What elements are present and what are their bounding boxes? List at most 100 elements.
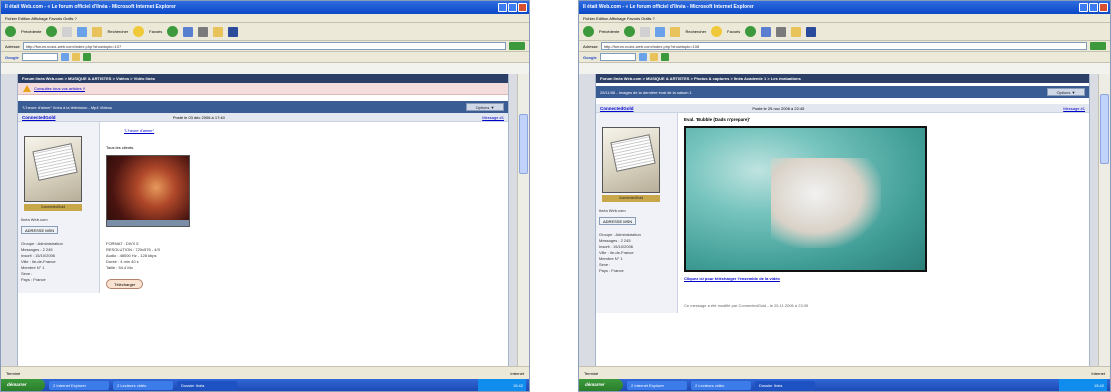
taskbar-item-video[interactable]: 2 Lecteurs vidéo — [691, 380, 751, 390]
right-screenshot: Il était Web.com - « Le forum officiel d… — [578, 0, 1111, 392]
search-label[interactable]: Rechercher — [107, 29, 128, 34]
clock: 15:42 — [512, 382, 523, 388]
taskbar-item-folder[interactable]: Dossier Ilnéa — [177, 380, 237, 390]
scrollbar-thumb[interactable] — [519, 114, 528, 174]
history-icon[interactable] — [761, 26, 772, 37]
home-icon[interactable] — [92, 26, 103, 37]
messenger-icon[interactable] — [806, 26, 817, 37]
avatar-caption: ConnectedGold — [602, 195, 660, 202]
member-title: Ilnéa Web.com — [21, 217, 48, 222]
taskbar-item-ie[interactable]: 2 Internet Explorer — [49, 380, 109, 390]
window-controls — [1079, 3, 1108, 12]
forward-icon[interactable] — [46, 26, 58, 37]
warning-icon — [23, 85, 31, 92]
address-input[interactable]: http://forum.noziz-web.com/index.php?sho… — [600, 42, 1087, 50]
media-icon[interactable] — [167, 26, 179, 37]
video-controls-bar[interactable] — [107, 220, 189, 226]
messenger-icon[interactable] — [228, 26, 239, 37]
scrollbar-thumb[interactable] — [1100, 94, 1109, 164]
refresh-icon[interactable] — [655, 26, 666, 37]
favorites-label[interactable]: Favoris — [727, 29, 740, 34]
back-icon[interactable] — [583, 26, 594, 37]
media-icon[interactable] — [745, 26, 757, 37]
menu-bar[interactable]: Fichier Edition Affichage Favoris Outils… — [1, 14, 529, 23]
go-button[interactable] — [509, 42, 525, 50]
download-button[interactable]: Télécharger — [106, 279, 144, 289]
google-logo: Google — [5, 54, 19, 60]
menu-bar[interactable]: Fichier Edition Affichage Favoris Outils… — [579, 14, 1110, 23]
window-titlebar[interactable]: Il était Web.com - « Le forum officiel d… — [1, 1, 529, 14]
taskbar-item-folder[interactable]: Dossier Ilnéa — [755, 380, 815, 390]
favorites-icon[interactable] — [133, 26, 145, 37]
back-label[interactable]: Précédente — [21, 29, 41, 34]
mail-icon[interactable] — [198, 26, 209, 37]
options-button[interactable]: Options ▼ — [1047, 88, 1085, 96]
forward-icon[interactable] — [624, 26, 636, 37]
status-bar: Terminé Internet — [1, 366, 529, 379]
post-date: Posté le 25 nov 2006 à 22:45 — [752, 105, 805, 111]
home-icon[interactable] — [670, 26, 681, 37]
window-title: Il était Web.com - « Le forum officiel d… — [5, 4, 176, 10]
topic-title: "L'heure d'aimer" Ilnéa à la télévision … — [22, 104, 112, 110]
back-icon[interactable] — [5, 26, 16, 37]
start-button[interactable]: démarrer — [579, 379, 623, 391]
vertical-scrollbar[interactable] — [1098, 74, 1110, 366]
post-number[interactable]: Message #1 — [1063, 106, 1085, 111]
google-toolbar: Google — [1, 52, 529, 63]
post-number[interactable]: Message #1 — [482, 115, 504, 120]
google-search-icon[interactable] — [60, 53, 69, 61]
start-button[interactable]: démarrer — [1, 379, 45, 391]
minimize-button[interactable] — [1079, 3, 1088, 12]
options-button[interactable]: Options ▼ — [466, 103, 504, 111]
history-icon[interactable] — [183, 26, 194, 37]
stop-icon[interactable] — [640, 26, 651, 37]
popup-blocker-icon[interactable] — [71, 53, 80, 61]
pagerank-icon — [660, 53, 669, 61]
quote-title[interactable]: "L'heure d'aimer" — [124, 128, 502, 133]
post-heading: Eval. 'Bubble (Dads n'prepare)' — [684, 117, 750, 122]
minimize-button[interactable] — [498, 3, 507, 12]
google-search-icon[interactable] — [638, 53, 647, 61]
mail-icon[interactable] — [776, 26, 787, 37]
google-search-input[interactable] — [599, 53, 636, 61]
post-author-link[interactable]: ConnectedGold — [22, 115, 56, 120]
forum-breadcrumb[interactable]: Forum Ilnéa Web.com > MUSIQUE & ARTISTES… — [18, 74, 508, 83]
notice-link[interactable]: Consultez tous vos articles !! — [34, 86, 85, 91]
forum-page: Forum Ilnéa Web.com > MUSIQUE & ARTISTES… — [17, 74, 509, 366]
refresh-icon[interactable] — [77, 26, 88, 37]
favorites-icon[interactable] — [711, 26, 723, 37]
download-link[interactable]: Cliquez ici pour télécharger l'ensemble … — [684, 276, 1083, 281]
close-button[interactable] — [1099, 3, 1108, 12]
window-titlebar[interactable]: Il était Web.com - « Le forum officiel d… — [579, 1, 1110, 14]
maximize-button[interactable] — [1089, 3, 1098, 12]
maximize-button[interactable] — [508, 3, 517, 12]
msn-button[interactable]: ADRESSE MSN — [21, 226, 59, 234]
author-country: Pays : France — [21, 277, 46, 282]
close-button[interactable] — [518, 3, 527, 12]
address-input[interactable]: http://forum.noziz-web.com/index.php?sho… — [22, 42, 506, 50]
author-panel: ConnectedGold Ilnéa Web.com ADRESSE MSN … — [596, 113, 678, 313]
google-search-input[interactable] — [21, 53, 58, 61]
taskbar-item-ie[interactable]: 2 Internet Explorer — [627, 380, 687, 390]
browser-viewport: Forum Ilnéa Web.com > MUSIQUE & ARTISTES… — [1, 74, 517, 366]
post-author-link[interactable]: ConnectedGold — [600, 106, 634, 111]
browser-viewport: Forum Ilnéa Web.com > MUSIQUE & ARTISTES… — [579, 74, 1098, 366]
taskbar-item-video[interactable]: 2 Lecteurs vidéo — [113, 380, 173, 390]
search-label[interactable]: Rechercher — [685, 29, 706, 34]
post-photo[interactable] — [684, 126, 927, 272]
forum-breadcrumb[interactable]: Forum Ilnéa Web.com > MUSIQUE & ARTISTES… — [596, 74, 1089, 83]
back-label[interactable]: Précédente — [599, 29, 619, 34]
status-zone: Internet — [510, 370, 524, 376]
avatar-caption: ConnectedGold — [24, 204, 82, 211]
vertical-scrollbar[interactable] — [517, 74, 529, 366]
window-controls — [498, 3, 527, 12]
folder-icon[interactable] — [213, 26, 224, 37]
stop-icon[interactable] — [62, 26, 73, 37]
favorites-label[interactable]: Favoris — [149, 29, 162, 34]
go-button[interactable] — [1090, 42, 1106, 50]
pagerank-icon — [82, 53, 91, 61]
popup-blocker-icon[interactable] — [649, 53, 658, 61]
video-thumbnail[interactable] — [106, 155, 190, 227]
msn-button[interactable]: ADRESSE MSN — [599, 217, 637, 225]
folder-icon[interactable] — [791, 26, 802, 37]
